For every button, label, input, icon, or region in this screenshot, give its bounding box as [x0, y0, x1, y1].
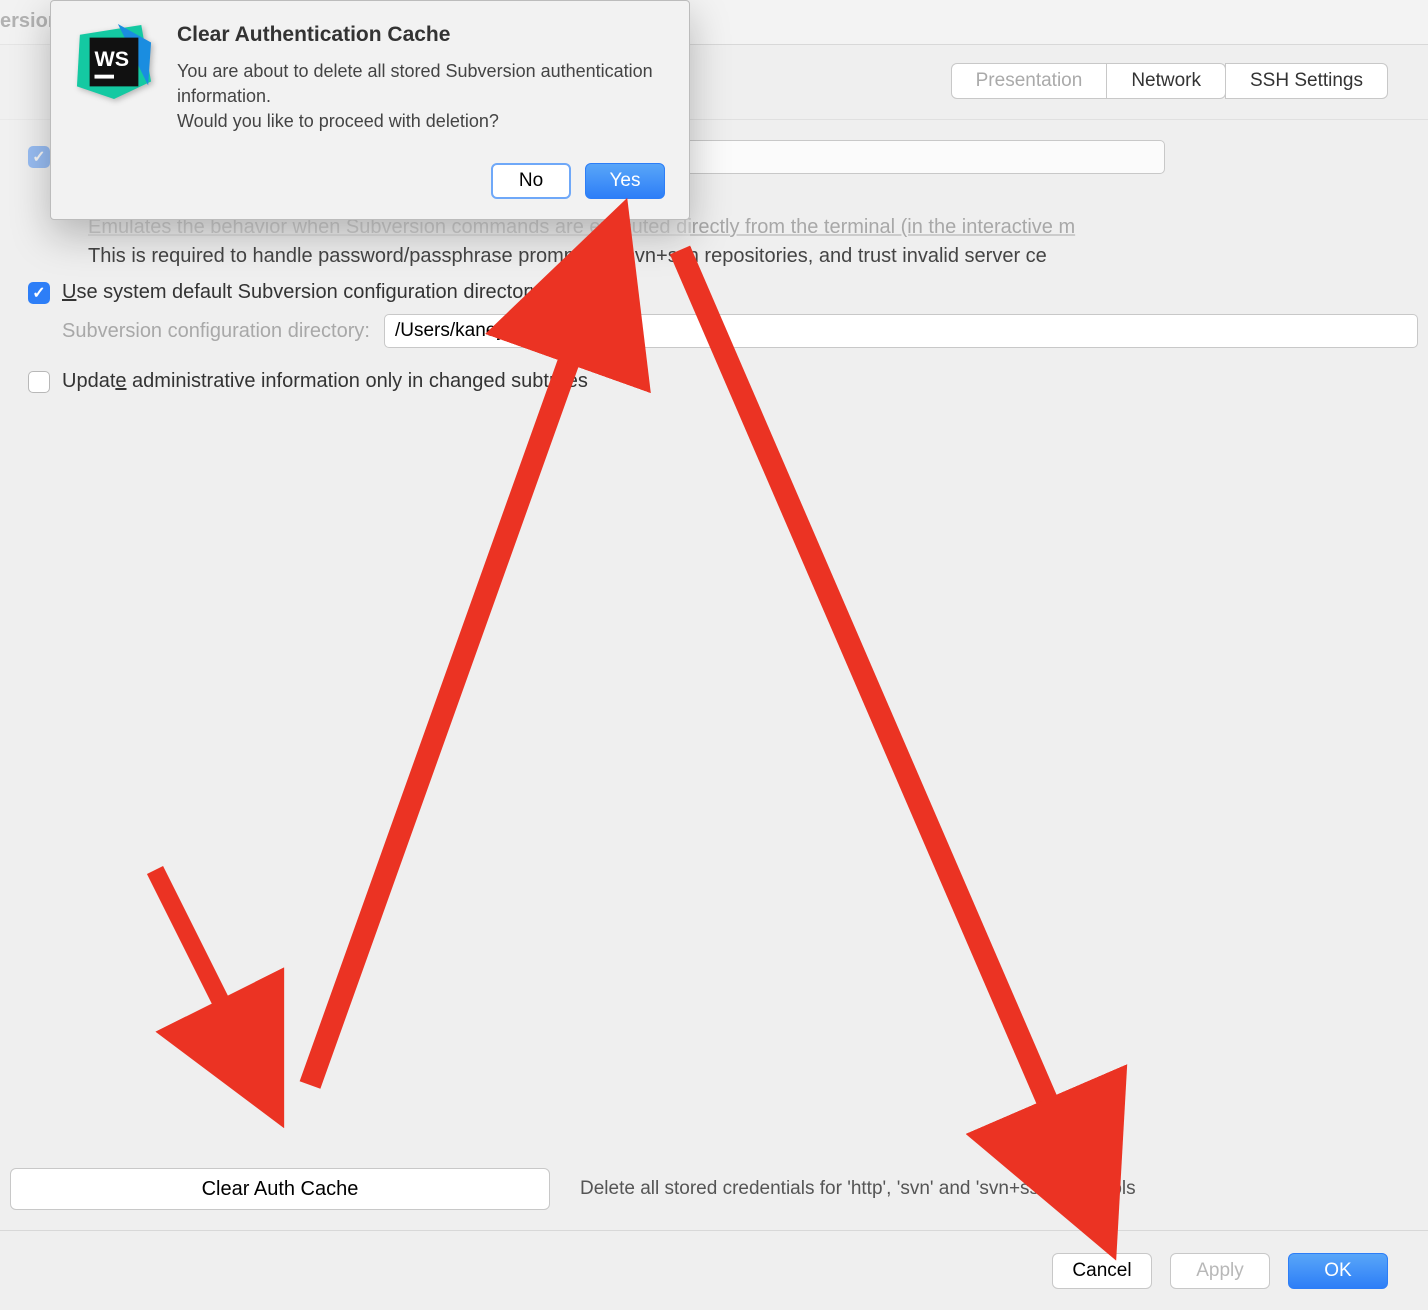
- footer: Cancel Apply OK: [0, 1230, 1428, 1310]
- svg-text:WS: WS: [95, 47, 130, 71]
- apply-button[interactable]: Apply: [1170, 1253, 1270, 1289]
- dialog-message-1: You are about to delete all stored Subve…: [177, 59, 665, 109]
- config-dir-label: Subversion configuration directory:: [62, 320, 370, 343]
- tab-presentation[interactable]: Presentation: [951, 63, 1108, 99]
- use-default-config-label: Use system default Subversion configurat…: [62, 281, 540, 304]
- update-admin-label: Update administrative information only i…: [62, 370, 588, 393]
- dialog-yes-button[interactable]: Yes: [585, 163, 665, 199]
- use-command-line-checkbox[interactable]: [28, 146, 50, 168]
- clear-auth-cache-button[interactable]: Clear Auth Cache: [10, 1168, 550, 1210]
- clear-auth-cache-desc: Delete all stored credentials for 'http'…: [580, 1178, 1136, 1200]
- use-default-config-checkbox[interactable]: [28, 282, 50, 304]
- required-desc: This is required to handle password/pass…: [28, 242, 1418, 271]
- dialog-message-2: Would you like to proceed with deletion?: [177, 109, 665, 134]
- tab-ssh-settings[interactable]: SSH Settings: [1225, 63, 1388, 99]
- config-dir-input[interactable]: [384, 314, 1418, 348]
- cancel-button[interactable]: Cancel: [1052, 1253, 1152, 1289]
- update-admin-checkbox[interactable]: [28, 371, 50, 393]
- confirm-dialog: WS Clear Authentication Cache You are ab…: [50, 0, 690, 220]
- tab-network[interactable]: Network: [1106, 63, 1226, 99]
- dialog-no-button[interactable]: No: [491, 163, 571, 199]
- dialog-title: Clear Authentication Cache: [177, 23, 665, 47]
- ok-button[interactable]: OK: [1288, 1253, 1388, 1289]
- webstorm-icon: WS: [75, 23, 155, 103]
